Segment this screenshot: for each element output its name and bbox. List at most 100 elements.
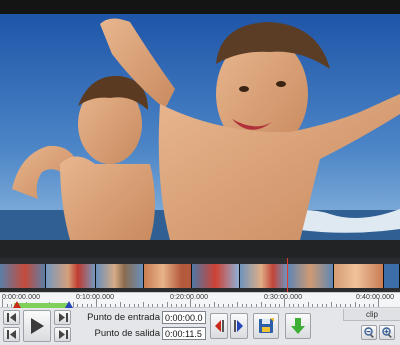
ruler-tick [340, 304, 342, 307]
ruler-tick [147, 304, 149, 307]
ruler-tick [171, 304, 173, 307]
ruler-tick [232, 304, 234, 307]
ruler-tick [251, 304, 253, 307]
go-to-start-button[interactable] [3, 327, 20, 342]
ruler-tick [293, 304, 295, 307]
thumbnail-frame [96, 264, 144, 288]
ruler-tick [378, 299, 379, 307]
ruler-tick [152, 304, 154, 307]
ruler-tick [81, 304, 83, 307]
ruler-tick [114, 304, 116, 307]
ruler-tick [326, 304, 328, 307]
ruler-tick [274, 304, 276, 307]
ruler-tick [269, 304, 271, 307]
in-point-marker[interactable] [13, 301, 21, 308]
thumbnail-frame [144, 264, 192, 288]
top-bar [0, 0, 400, 14]
zoom-out-icon [363, 327, 374, 338]
ruler-tick [373, 304, 375, 307]
previous-frame-icon [6, 313, 16, 322]
ruler-tick [124, 304, 126, 307]
go-to-end-icon [58, 330, 68, 339]
play-icon [31, 318, 44, 334]
ruler-tick [190, 299, 191, 307]
ruler-tick [222, 304, 224, 307]
ruler-tick [208, 304, 210, 307]
previous-frame-button[interactable] [3, 310, 20, 325]
next-frame-icon [58, 313, 68, 322]
save-clip-icon [259, 318, 274, 333]
ruler-tick [307, 302, 309, 307]
video-preview [0, 14, 400, 240]
ruler-tick [213, 302, 215, 307]
out-point-marker[interactable] [65, 301, 73, 308]
ruler-tick [312, 304, 314, 307]
ruler-tick [227, 304, 229, 307]
ruler-tick [138, 304, 140, 307]
ruler-tick [128, 304, 130, 307]
ruler-tick [368, 304, 370, 307]
ruler-tick [335, 304, 337, 307]
ruler-tick [6, 304, 8, 307]
ruler-tick [86, 304, 88, 307]
ruler-tick [265, 304, 267, 307]
ruler-tick [246, 304, 248, 307]
clip-tab[interactable]: clip [343, 309, 400, 321]
ruler-tick [133, 304, 135, 307]
go-to-start-icon [6, 330, 16, 339]
thumbnail-frame [46, 264, 96, 288]
zoom-out-button[interactable] [361, 325, 377, 340]
playhead[interactable] [287, 258, 288, 292]
ruler-tick [105, 304, 107, 307]
thumbnail-frame [384, 264, 400, 288]
ruler-tick [237, 302, 238, 307]
set-in-point-button[interactable] [210, 313, 228, 339]
set-in-point-icon [215, 320, 224, 332]
download-clip-button[interactable] [285, 313, 311, 339]
ruler-tick [359, 304, 361, 307]
save-clip-button[interactable] [253, 313, 279, 339]
ruler-tick [255, 304, 257, 307]
ruler-tick [279, 304, 281, 307]
ruler-tick [180, 304, 182, 307]
ruler-tick [321, 304, 323, 307]
ruler-tick [143, 302, 144, 307]
next-frame-button[interactable] [54, 310, 71, 325]
set-out-point-button[interactable] [230, 313, 248, 339]
ruler-tick [345, 304, 347, 307]
filmstrip[interactable] [0, 258, 400, 292]
ruler-tick [298, 304, 300, 307]
ruler-label: 0:00:00.000 [2, 294, 41, 301]
thumbnail-frame [0, 264, 46, 288]
in-point-field[interactable] [162, 311, 206, 324]
ruler-tick [199, 304, 201, 307]
thumbnail-frame [288, 264, 334, 288]
ruler-tick [91, 304, 93, 307]
ruler-tick [302, 304, 304, 307]
ruler-tick [194, 304, 196, 307]
out-point-label: Punto de salida [94, 328, 161, 339]
in-point-label: Punto de entrada [87, 312, 160, 323]
zoom-in-icon [381, 327, 392, 338]
ruler-tick [204, 304, 206, 307]
ruler-label: 0:40:00.000 [356, 294, 395, 301]
thumbnail-frame [192, 264, 240, 288]
ruler-tick [284, 299, 285, 307]
out-point-field[interactable] [162, 327, 206, 340]
play-button[interactable] [23, 310, 51, 342]
ruler-tick [185, 304, 187, 307]
ruler-tick [77, 304, 79, 307]
ruler-tick [288, 304, 290, 307]
ruler-tick [363, 304, 365, 307]
download-arrow-icon [291, 318, 305, 334]
ruler-tick [218, 304, 220, 307]
zoom-in-button[interactable] [379, 325, 395, 340]
timeline-header [0, 240, 400, 258]
ruler-tick [119, 302, 121, 307]
ruler-tick [331, 302, 332, 307]
video-editor-window: 0:00:00.000 0:10:00.000 0:20:00.000 0:30… [0, 0, 400, 345]
go-to-end-button[interactable] [54, 327, 71, 342]
ruler-tick [349, 304, 351, 307]
selection-range [14, 303, 70, 308]
ruler-tick [166, 302, 168, 307]
